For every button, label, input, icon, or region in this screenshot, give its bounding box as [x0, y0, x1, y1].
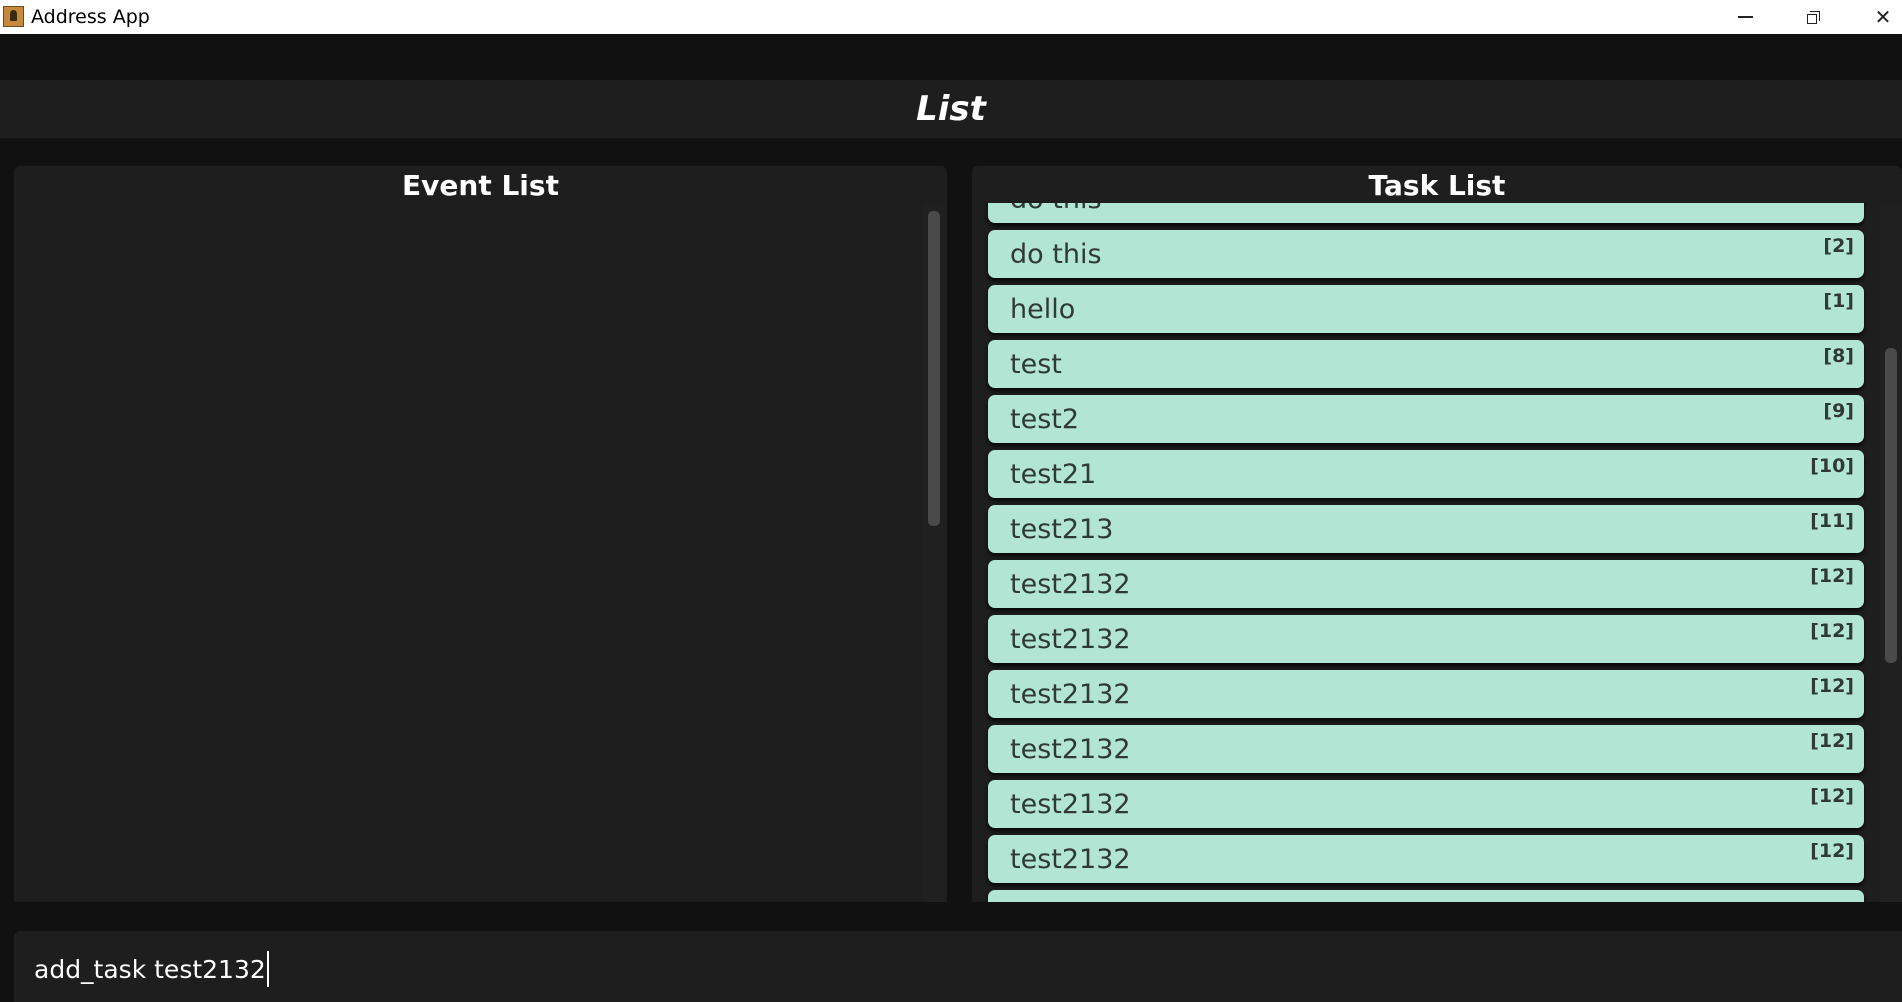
restore-button[interactable]: [1778, 0, 1848, 34]
task-id: [1]: [1823, 290, 1854, 312]
event-list-view[interactable]: [14, 203, 947, 902]
event-list-scrollbar[interactable]: [923, 203, 945, 902]
task-name: do this: [1010, 239, 1102, 270]
minimize-button[interactable]: [1710, 0, 1780, 34]
task-name: test2: [1010, 404, 1080, 435]
task-list-title: Task List: [1368, 169, 1506, 202]
task-name: test2132: [1010, 679, 1131, 710]
task-card[interactable]: test2132 [12]: [988, 615, 1864, 663]
task-card[interactable]: test2132 [12]: [988, 835, 1864, 883]
task-card[interactable]: [988, 890, 1864, 902]
event-list-title: Event List: [402, 169, 559, 202]
minimize-icon: [1737, 16, 1753, 18]
task-name: test213: [1010, 514, 1114, 545]
task-card[interactable]: test [8]: [988, 340, 1864, 388]
close-button[interactable]: ✕: [1848, 0, 1902, 34]
task-name: test2132: [1010, 734, 1131, 765]
list-header: List: [0, 80, 1902, 138]
task-card[interactable]: test21 [10]: [988, 450, 1864, 498]
task-name: test2132: [1010, 789, 1131, 820]
task-id: [8]: [1823, 345, 1854, 367]
page-title: List: [916, 89, 986, 129]
task-name: test2132: [1010, 844, 1131, 875]
task-card[interactable]: test2132 [12]: [988, 670, 1864, 718]
menu-bar: [0, 34, 1902, 80]
task-id: [12]: [1810, 840, 1854, 862]
task-name: test: [1010, 349, 1062, 380]
task-card[interactable]: test2132 [12]: [988, 560, 1864, 608]
task-id: [12]: [1810, 785, 1854, 807]
close-icon: ✕: [1874, 5, 1892, 29]
task-card[interactable]: test213 [11]: [988, 505, 1864, 553]
event-list-scroll-thumb[interactable]: [928, 211, 940, 526]
restore-icon: [1806, 10, 1820, 24]
command-input[interactable]: add_task test2132: [34, 951, 269, 989]
task-id: [12]: [1810, 565, 1854, 587]
task-card[interactable]: do this [2]: [988, 230, 1864, 278]
task-id: [12]: [1810, 620, 1854, 642]
task-id: [10]: [1810, 455, 1854, 477]
task-card[interactable]: do this[2]: [988, 203, 1864, 223]
task-list-scroll-thumb[interactable]: [1885, 348, 1897, 663]
task-card[interactable]: hello [1]: [988, 285, 1864, 333]
task-name: test21: [1010, 459, 1097, 490]
task-name: test2132: [1010, 569, 1131, 600]
command-input-value: add_task test2132: [34, 955, 266, 984]
task-id: [12]: [1810, 730, 1854, 752]
task-id: [9]: [1823, 400, 1854, 422]
task-card[interactable]: test2132 [12]: [988, 780, 1864, 828]
task-id: [12]: [1810, 675, 1854, 697]
task-list-panel: Task List do this[2]do this[2]hello[1]te…: [972, 166, 1902, 902]
window-titlebar: Address App ✕: [0, 0, 1902, 34]
task-list-view[interactable]: do this[2]do this[2]hello[1]test[8]test2…: [972, 203, 1902, 902]
task-name: test2132: [1010, 624, 1131, 655]
task-card[interactable]: test2 [9]: [988, 395, 1864, 443]
task-name: do this: [1010, 203, 1102, 215]
task-id: [2]: [1823, 235, 1854, 257]
app-icon: [3, 6, 24, 27]
task-name: hello: [1010, 294, 1076, 325]
window-title: Address App: [31, 6, 150, 28]
task-id: [11]: [1810, 510, 1854, 532]
event-list-panel: Event List: [14, 166, 947, 902]
task-list-scrollbar[interactable]: [1880, 203, 1902, 902]
text-caret: [266, 951, 269, 987]
task-card[interactable]: test2132 [12]: [988, 725, 1864, 773]
command-box[interactable]: add_task test2132: [14, 931, 1902, 1002]
